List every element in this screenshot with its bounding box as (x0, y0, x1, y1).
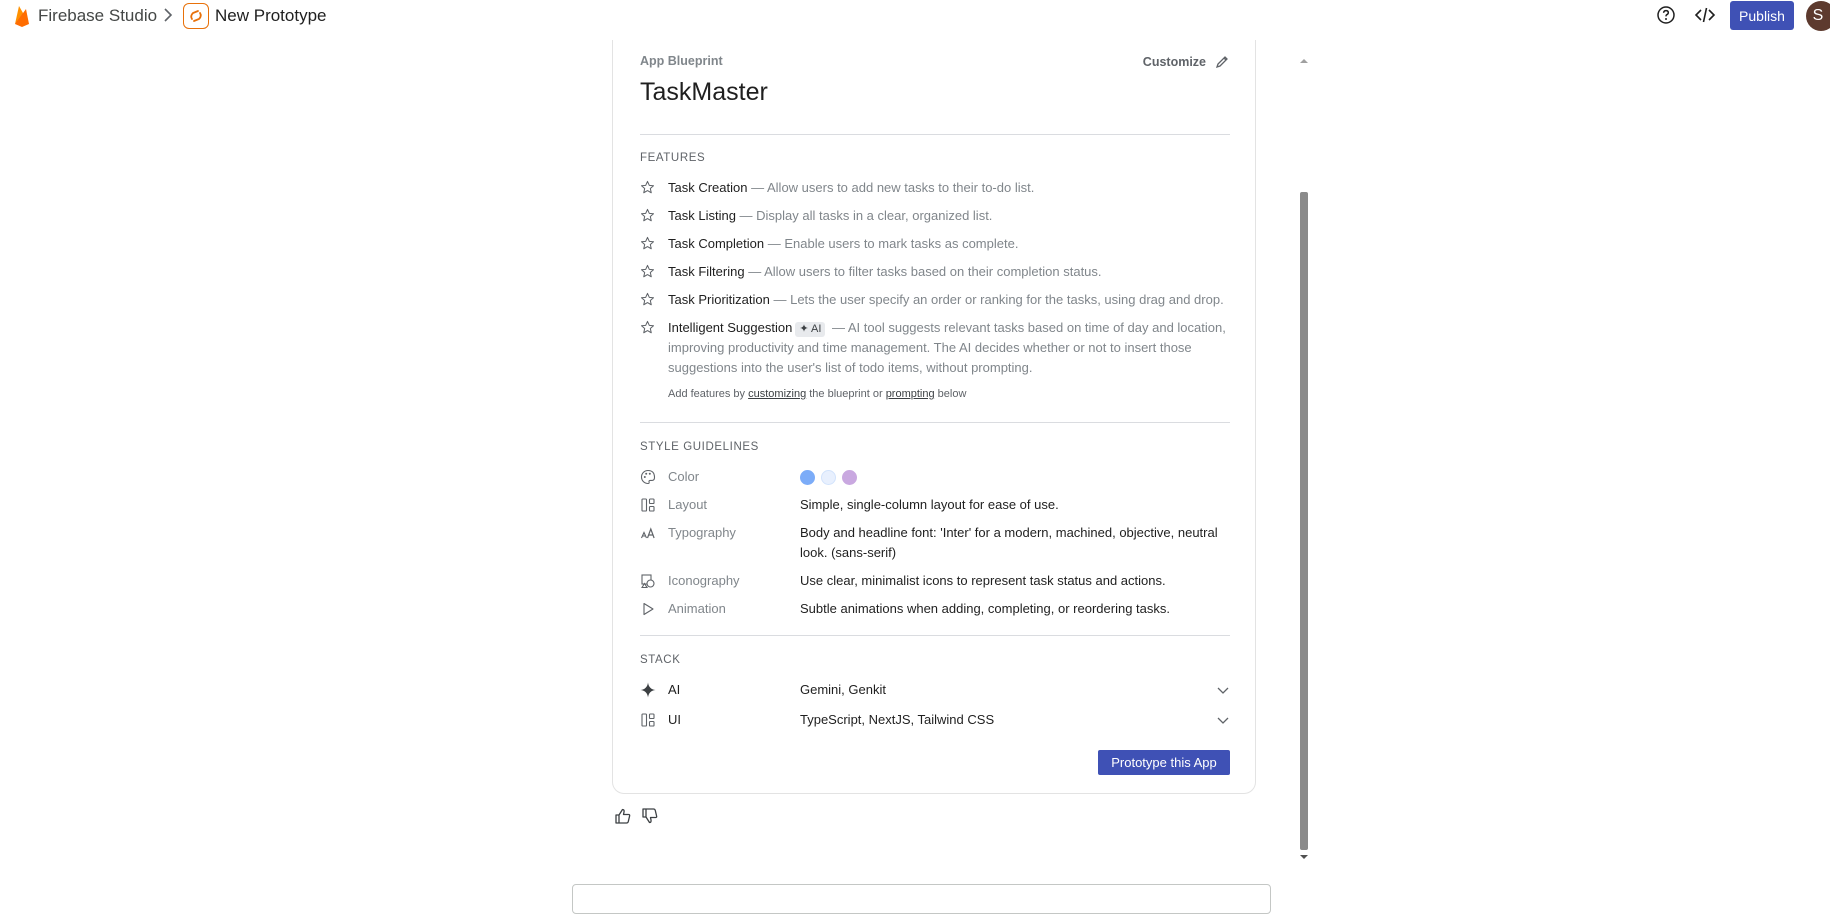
feature-text: Intelligent Suggestion ✦ AI — AI tool sug… (668, 318, 1228, 378)
stack-value: TypeScript, NextJS, Tailwind CSS (800, 712, 995, 727)
chevron-right-icon (164, 8, 173, 22)
style-value: Use clear, minimalist icons to represent… (800, 573, 1166, 588)
play-icon (643, 602, 654, 616)
feature-description: — Lets the user specify an order or rank… (769, 292, 1224, 307)
color-swatch (821, 470, 836, 486)
star-icon (640, 320, 655, 334)
feature-name: Task Filtering (668, 264, 745, 279)
avatar[interactable]: S (1806, 1, 1830, 31)
feature-text: Task Creation — Allow users to add new t… (668, 178, 1228, 198)
scroll-down-arrow-icon[interactable] (1299, 852, 1309, 862)
prompt-input[interactable] (572, 884, 1271, 914)
app-title: TaskMaster (640, 78, 768, 106)
feature-name: Task Listing (668, 208, 736, 223)
palette-icon (640, 469, 656, 485)
code-icon[interactable] (1694, 5, 1716, 25)
feature-text: Task Listing — Display all tasks in a cl… (668, 206, 1228, 226)
project-name[interactable]: New Prototype (215, 6, 327, 26)
prototype-icon (190, 10, 202, 22)
color-swatch (800, 470, 815, 486)
style-label: Animation (668, 601, 726, 616)
feature-description: — Display all tasks in a clear, organize… (735, 208, 993, 223)
style-label: Color (668, 469, 700, 484)
style-label: Layout (668, 497, 708, 512)
style-value: Simple, single-column layout for ease of… (800, 497, 1059, 512)
chevron-down-icon[interactable] (1216, 713, 1230, 727)
help-icon[interactable] (1656, 5, 1676, 25)
feature-text: Task Prioritization — Lets the user spec… (668, 290, 1228, 310)
hint-text: Add features by (668, 388, 749, 400)
typography-icon (640, 527, 655, 539)
divider (640, 635, 1230, 636)
ai-badge: ✦ AI (795, 322, 826, 337)
blueprint-card: App Blueprint Customize TaskMaster FEATU… (612, 40, 1256, 794)
brand[interactable]: Firebase Studio (12, 4, 157, 28)
divider (640, 422, 1230, 423)
feature-text: Task Filtering — Allow users to filter t… (668, 262, 1228, 282)
customizing-link[interactable]: customizing (748, 388, 806, 400)
customize-label: Customize (1142, 55, 1206, 69)
star-icon (640, 208, 655, 222)
color-swatches (800, 467, 1230, 487)
star-icon (640, 292, 655, 306)
feature-name: Task Creation (668, 180, 748, 195)
color-swatch (842, 470, 857, 486)
divider (640, 134, 1230, 135)
shapes-icon (641, 574, 655, 589)
sparkle-icon (640, 682, 656, 698)
firebase-logo-icon (15, 6, 29, 27)
customize-button[interactable]: Customize (1143, 54, 1230, 70)
chevron-down-icon[interactable] (1216, 683, 1230, 697)
hint-text: the blueprint or (806, 388, 886, 400)
blueprint-label: App Blueprint (640, 54, 723, 68)
hint-text: below (934, 388, 967, 400)
feature-text: Task Completion — Enable users to mark t… (668, 234, 1228, 254)
star-icon (640, 236, 655, 250)
style-title: STYLE GUIDELINES (640, 441, 759, 453)
feature-name: Task Completion (668, 236, 765, 251)
prototype-app-button[interactable]: Prototype this App (1098, 750, 1230, 775)
publish-button[interactable]: Publish (1730, 1, 1794, 30)
scrollbar-thumb[interactable] (1300, 192, 1308, 850)
prompting-link[interactable]: prompting (886, 388, 935, 400)
brand-name: Firebase Studio (38, 6, 158, 25)
layout-icon (641, 498, 655, 512)
feature-description: — Allow users to filter tasks based on t… (744, 264, 1102, 279)
style-label: Iconography (668, 573, 740, 588)
style-value: Subtle animations when adding, completin… (800, 601, 1170, 616)
scroll-up-arrow-icon[interactable] (1299, 56, 1309, 66)
stack-label: UI (668, 712, 681, 727)
features-title: FEATURES (640, 152, 706, 164)
feature-description: — Enable users to mark tasks as complete… (764, 236, 1019, 251)
feature-description: — Allow users to add new tasks to their … (747, 180, 1035, 195)
top-bar: Firebase Studio New Prototype Publish S (0, 0, 1830, 32)
add-features-hint: Add features by customizing the blueprin… (668, 388, 966, 400)
feature-name: Task Prioritization (668, 292, 770, 307)
pencil-icon (1215, 56, 1228, 69)
stack-title: STACK (640, 654, 681, 666)
star-icon (640, 180, 655, 194)
thumbs-up-icon[interactable] (614, 807, 632, 825)
style-label: Typography (668, 525, 736, 540)
thumbs-down-icon[interactable] (641, 807, 659, 825)
star-icon (640, 264, 655, 278)
stack-value: Gemini, Genkit (800, 682, 886, 697)
project-icon[interactable] (183, 3, 209, 29)
stack-label: AI (668, 682, 681, 697)
feature-name: Intelligent Suggestion (668, 320, 793, 335)
style-value: Body and headline font: 'Inter' for a mo… (800, 525, 1218, 560)
layout-icon (641, 713, 655, 727)
